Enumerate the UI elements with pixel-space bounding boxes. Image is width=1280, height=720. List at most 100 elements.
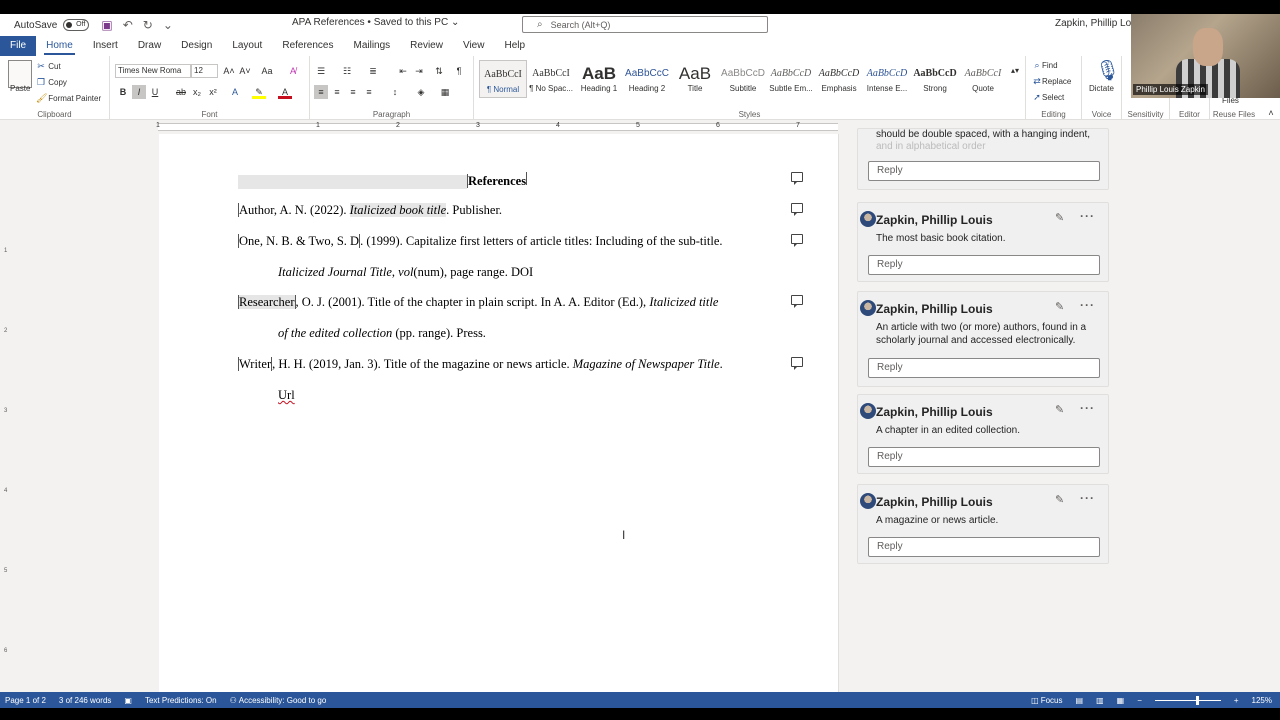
decrease-indent-icon[interactable]: ⇤ — [396, 64, 410, 78]
tab-view[interactable]: View — [453, 36, 495, 56]
reference-4-indent[interactable]: Url — [278, 388, 295, 403]
comment-marker-icon[interactable] — [791, 295, 803, 308]
style-subtitle[interactable]: AaBbCcD Subtitle — [719, 60, 767, 98]
tab-review[interactable]: Review — [400, 36, 453, 56]
subscript-icon[interactable]: x₂ — [190, 85, 204, 99]
comment-card[interactable]: Zapkin, Phillip Louis ✎ ··· A chapter in… — [857, 394, 1109, 474]
more-options-icon[interactable]: ··· — [1080, 491, 1095, 505]
style-subtle-emphasis[interactable]: AaBbCcD Subtle Em... — [767, 60, 815, 98]
web-layout-icon[interactable]: ▦ — [1117, 696, 1125, 705]
align-right-icon[interactable]: ≡ — [346, 85, 360, 99]
comment-marker-icon[interactable] — [791, 172, 803, 185]
save-icon[interactable]: ▣ — [101, 18, 112, 32]
zoom-slider-thumb[interactable] — [1195, 695, 1199, 705]
bold-icon[interactable]: B — [116, 85, 130, 99]
comment-card[interactable]: Zapkin, Phillip Louis ✎ ··· The most bas… — [857, 202, 1109, 282]
edit-pencil-icon[interactable]: ✎ — [1055, 300, 1064, 313]
comment-card-partial[interactable]: should be double spaced, with a hanging … — [857, 128, 1109, 190]
reference-4[interactable]: Writer, H. H. (2019, Jan. 3). Title of t… — [238, 357, 723, 372]
strikethrough-icon[interactable]: ab — [174, 85, 188, 99]
tab-layout[interactable]: Layout — [222, 36, 272, 56]
bullets-icon[interactable]: ☰ — [314, 64, 328, 78]
styles-scroll-icon[interactable]: ▴▾ — [1008, 64, 1022, 78]
horizontal-ruler[interactable]: 1 1 2 3 4 5 6 7 — [0, 120, 838, 134]
tab-help[interactable]: Help — [494, 36, 535, 56]
reply-input[interactable]: Reply — [868, 255, 1100, 275]
reference-1[interactable]: Author, A. N. (2022). Italicized book ti… — [238, 203, 502, 218]
reference-3-indent[interactable]: of the edited collection (pp. range). Pr… — [278, 326, 486, 341]
document-title[interactable]: APA References • Saved to this PC ⌄ — [292, 17, 459, 28]
style-quote[interactable]: AaBbCcI Quote — [959, 60, 1007, 98]
multilevel-list-icon[interactable]: ≣ — [366, 64, 380, 78]
zoom-level[interactable]: 125% — [1252, 696, 1272, 705]
text-effects-icon[interactable]: A — [228, 85, 242, 99]
redo-icon[interactable]: ↻ — [143, 18, 153, 32]
superscript-icon[interactable]: x² — [206, 85, 220, 99]
copy-button[interactable]: Copy — [48, 78, 67, 87]
page-count[interactable]: Page 1 of 2 — [5, 696, 46, 705]
tab-references[interactable]: References — [272, 36, 343, 56]
collapse-ribbon-icon[interactable]: ˄ — [1264, 106, 1278, 120]
justify-icon[interactable]: ≡ — [362, 85, 376, 99]
edit-pencil-icon[interactable]: ✎ — [1055, 493, 1064, 506]
borders-icon[interactable]: ▦ — [438, 85, 452, 99]
reply-input[interactable]: Reply — [868, 358, 1100, 378]
microphone-icon[interactable]: 🎙 — [1095, 58, 1120, 83]
shading-icon[interactable]: ◈ — [414, 85, 428, 99]
tab-insert[interactable]: Insert — [83, 36, 128, 56]
accessibility-status[interactable]: Accessibility: Good to go — [239, 696, 327, 705]
proofing-icon[interactable]: ▣ — [124, 696, 132, 705]
format-painter-button[interactable]: Format Painter — [48, 94, 101, 103]
undo-icon[interactable]: ↶ — [123, 18, 133, 32]
comment-marker-icon[interactable] — [791, 203, 803, 216]
search-box[interactable]: ⌕ Search (Alt+Q) — [522, 16, 768, 33]
heading-line[interactable]: References — [238, 172, 531, 190]
reply-input[interactable]: Reply — [868, 447, 1100, 467]
comment-card[interactable]: Zapkin, Phillip Louis ✎ ··· An article w… — [857, 291, 1109, 387]
tab-file[interactable]: File — [0, 36, 37, 56]
zoom-out-icon[interactable]: − — [1137, 696, 1142, 705]
more-options-icon[interactable]: ··· — [1080, 298, 1095, 312]
align-center-icon[interactable]: ≡ — [330, 85, 344, 99]
style-intense-emphasis[interactable]: AaBbCcD Intense E... — [863, 60, 911, 98]
grow-font-icon[interactable]: A˄ — [222, 64, 236, 78]
document-page[interactable]: References Author, A. N. (2022). Italici… — [159, 134, 838, 692]
text-predictions[interactable]: Text Predictions: On — [145, 696, 217, 705]
zoom-slider[interactable] — [1154, 695, 1221, 705]
find-button[interactable]: Find — [1042, 61, 1058, 70]
comment-marker-icon[interactable] — [791, 234, 803, 247]
tab-home[interactable]: Home — [36, 36, 83, 56]
font-name-combo[interactable]: Times New Roma — [115, 64, 191, 78]
align-left-icon[interactable]: ≡ — [314, 85, 328, 99]
tab-draw[interactable]: Draw — [128, 36, 171, 56]
increase-indent-icon[interactable]: ⇥ — [412, 64, 426, 78]
tab-design[interactable]: Design — [171, 36, 222, 56]
shrink-font-icon[interactable]: A˅ — [238, 64, 252, 78]
reference-3[interactable]: Researcher, O. J. (2001). Title of the c… — [238, 295, 718, 310]
style-heading-1[interactable]: AaB Heading 1 — [575, 60, 623, 98]
show-marks-icon[interactable]: ¶ — [452, 64, 466, 78]
highlight-icon[interactable]: ✎ — [252, 85, 266, 99]
tab-mailings[interactable]: Mailings — [343, 36, 400, 56]
print-layout-icon[interactable]: ▥ — [1096, 696, 1104, 705]
word-count[interactable]: 3 of 246 words — [59, 696, 111, 705]
style-heading-2[interactable]: AaBbCcC Heading 2 — [623, 60, 671, 98]
more-options-icon[interactable]: ··· — [1080, 401, 1095, 415]
customize-icon[interactable]: ⌄ — [163, 18, 173, 32]
sort-icon[interactable]: ⇅ — [432, 64, 446, 78]
reply-input[interactable]: Reply — [868, 537, 1100, 557]
reference-2[interactable]: One, N. B. & Two, S. D. (1999). Capitali… — [238, 234, 723, 249]
dictate-button[interactable]: Dictate — [1089, 84, 1114, 93]
select-button[interactable]: Select — [1042, 93, 1064, 102]
italic-icon[interactable]: I — [132, 85, 146, 99]
replace-button[interactable]: Replace — [1042, 77, 1071, 86]
underline-icon[interactable]: U — [148, 85, 162, 99]
style-strong[interactable]: AaBbCcD Strong — [911, 60, 959, 98]
numbering-icon[interactable]: ☷ — [340, 64, 354, 78]
vertical-ruler[interactable]: 1 2 3 4 5 6 — [2, 134, 12, 692]
change-case-icon[interactable]: Aa — [260, 64, 274, 78]
edit-pencil-icon[interactable]: ✎ — [1055, 211, 1064, 224]
reference-2-indent[interactable]: Italicized Journal Title, vol(num), page… — [278, 265, 533, 280]
more-options-icon[interactable]: ··· — [1080, 209, 1095, 223]
sensitivity-label[interactable]: Sensitivity — [1122, 110, 1169, 119]
